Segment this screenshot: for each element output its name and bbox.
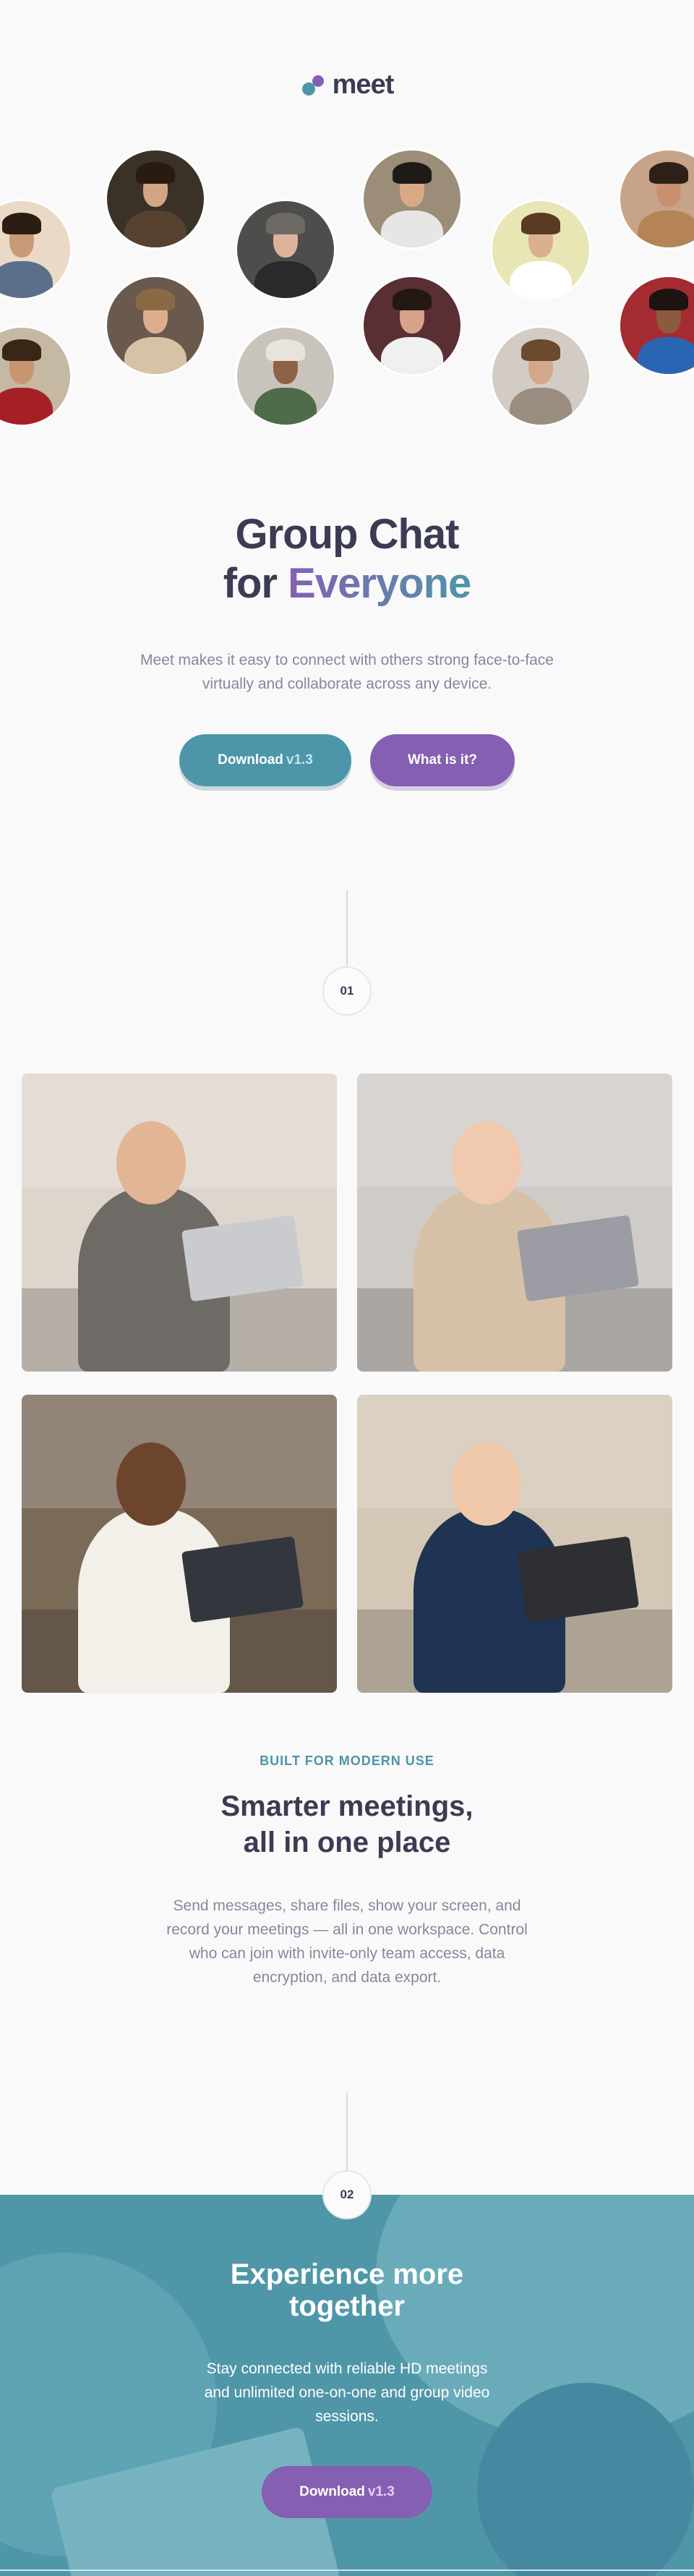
avatar-4 xyxy=(105,275,206,376)
download-button-version: v1.3 xyxy=(286,752,313,768)
avatar-8 xyxy=(361,275,463,376)
features-title-line1: Smarter meetings, xyxy=(220,1790,474,1822)
cta-download-button[interactable]: Download v1.3 xyxy=(262,2466,432,2518)
cta-title-line1: Experience more xyxy=(230,2258,464,2290)
logo-mark-icon xyxy=(301,72,327,98)
features-title-line2: all in one place xyxy=(243,1827,451,1858)
avatar-7 xyxy=(361,148,463,250)
footer-edge-line xyxy=(0,2569,694,2571)
features-eyebrow: BUILT FOR MODERN USE xyxy=(260,1754,434,1768)
section-number-01: 01 xyxy=(322,966,372,1016)
avatar-3 xyxy=(105,148,206,250)
cta-download-version: v1.3 xyxy=(367,2484,395,2499)
hero-title: Group Chat for Everyone xyxy=(0,510,694,608)
avatar-9 xyxy=(490,199,591,300)
photo-video-call xyxy=(357,1395,672,1693)
logo[interactable]: meet xyxy=(0,69,694,101)
avatar-1 xyxy=(0,199,72,300)
avatar-11 xyxy=(618,148,694,250)
landing-page: meet Group Chat for Everyone Meet makes … xyxy=(0,0,694,2576)
photo-man-phone xyxy=(22,1395,337,1693)
hero-description: Meet makes it easy to connect with other… xyxy=(140,652,554,692)
hero-title-line1: Group Chat xyxy=(235,511,460,558)
features-title: Smarter meetings, all in one place xyxy=(0,1788,694,1861)
cta-description: Stay connected with reliable HD meetings… xyxy=(204,2360,490,2425)
photo-woman-laptop xyxy=(22,1074,337,1372)
cta-download-label: Download xyxy=(299,2484,365,2499)
avatar-10 xyxy=(490,326,591,427)
download-button-label: Download xyxy=(218,752,283,768)
what-is-it-button[interactable]: What is it? xyxy=(370,734,515,786)
section-divider-line xyxy=(346,890,348,966)
avatar-12 xyxy=(618,275,694,376)
hero-title-accent: Everyone xyxy=(288,560,471,607)
avatar-6 xyxy=(235,326,336,427)
download-button[interactable]: Download v1.3 xyxy=(179,734,351,786)
what-is-it-label: What is it? xyxy=(407,752,478,768)
cta-title: Experience more together xyxy=(0,2258,694,2322)
features-description: Send messages, share files, show your sc… xyxy=(166,1897,528,1986)
section-number-02: 02 xyxy=(322,2170,372,2219)
hero-buttons: Download v1.3 What is it? xyxy=(0,734,694,786)
hero-title-line2-prefix: for xyxy=(223,560,278,607)
logo-text: meet xyxy=(332,69,395,100)
photo-women-phone xyxy=(357,1074,672,1372)
cta-title-line2: together xyxy=(289,2290,405,2322)
avatar-5 xyxy=(235,199,336,300)
avatar-2 xyxy=(0,326,72,427)
